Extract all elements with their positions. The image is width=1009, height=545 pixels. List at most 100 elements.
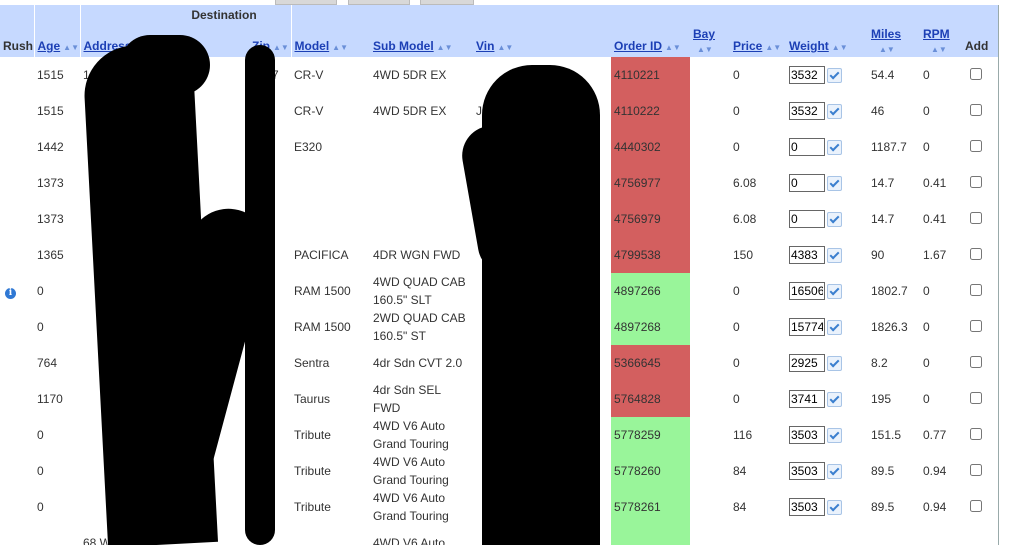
add-checkbox[interactable] [970, 391, 982, 404]
add-checkbox[interactable] [970, 283, 982, 296]
sort-arrows-icon[interactable]: ▲▼ [665, 43, 681, 52]
col-weight[interactable]: Weight ▲▼ [786, 5, 868, 57]
bay-cell [690, 201, 730, 237]
vin-header-link[interactable]: Vin [476, 39, 494, 53]
sort-arrows-icon[interactable]: ▲▼ [879, 45, 895, 54]
miles-header-link[interactable]: Miles [871, 27, 901, 41]
col-price[interactable]: Price ▲▼ [730, 5, 786, 57]
info-icon[interactable]: i [5, 287, 16, 299]
age-cell: 1373 [37, 176, 64, 190]
sort-arrows-icon[interactable]: ▲▼ [497, 43, 513, 52]
order-id-header-link[interactable]: Order ID [614, 39, 662, 53]
sort-arrows-icon[interactable]: ▲▼ [63, 43, 79, 52]
rpm-cell: 0 [923, 284, 930, 298]
checkmark-icon[interactable] [827, 284, 842, 300]
weight-input[interactable] [789, 138, 825, 156]
checkmark-icon[interactable] [827, 356, 842, 372]
price-header-link[interactable]: Price [733, 39, 762, 53]
checkmark-icon[interactable] [827, 176, 842, 192]
model-header-link[interactable]: Model [295, 39, 330, 53]
miles-cell: 46 [871, 104, 885, 118]
sub-model-cell: 4DR WGN FWD [373, 248, 461, 262]
weight-input[interactable] [789, 426, 825, 444]
sub-model-header-link[interactable]: Sub Model [373, 39, 434, 53]
weight-input[interactable] [789, 282, 825, 300]
rpm-header-link[interactable]: RPM [923, 27, 950, 41]
add-checkbox[interactable] [970, 427, 982, 440]
checkmark-icon[interactable] [827, 140, 842, 156]
age-cell: 1515 [37, 104, 64, 118]
miles-cell: 8.2 [871, 356, 888, 370]
add-cell [962, 237, 998, 273]
add-checkbox[interactable] [970, 103, 982, 116]
checkmark-icon[interactable] [827, 500, 842, 516]
bay-cell [690, 237, 730, 273]
sort-arrows-icon[interactable]: ▲▼ [931, 45, 947, 54]
sort-arrows-icon[interactable]: ▲▼ [273, 43, 289, 52]
add-checkbox[interactable] [970, 463, 982, 476]
weight-input[interactable] [789, 246, 825, 264]
add-checkbox[interactable] [970, 175, 982, 188]
add-checkbox[interactable] [970, 355, 982, 368]
weight-header-link[interactable]: Weight [789, 39, 829, 53]
sort-arrows-icon[interactable]: ▲▼ [437, 43, 453, 52]
weight-input[interactable] [789, 210, 825, 228]
order-id-cell: 4110221 [611, 57, 690, 93]
sort-arrows-icon[interactable]: ▲▼ [697, 45, 713, 54]
rush-cell [0, 93, 34, 129]
col-rpm[interactable]: RPM ▲▼ [920, 5, 962, 57]
add-checkbox[interactable] [970, 211, 982, 224]
add-cell [962, 201, 998, 237]
order-id-cell [611, 525, 690, 545]
add-checkbox[interactable] [970, 247, 982, 260]
rpm-cell: 0 [923, 320, 930, 334]
weight-cell [786, 57, 868, 93]
checkmark-icon[interactable] [827, 392, 842, 408]
sort-arrows-icon[interactable]: ▲▼ [332, 43, 348, 52]
bay-header-link[interactable]: Bay [693, 27, 715, 41]
checkmark-icon[interactable] [827, 104, 842, 120]
add-checkbox[interactable] [970, 67, 982, 80]
model-cell: Taurus [294, 392, 331, 406]
col-bay[interactable]: Bay ▲▼ [690, 5, 730, 57]
destination-group-title: Destination [191, 8, 257, 22]
sub-model-cell [370, 201, 473, 237]
weight-input[interactable] [789, 390, 825, 408]
weight-input[interactable] [789, 174, 825, 192]
weight-input[interactable] [789, 462, 825, 480]
weight-input[interactable] [789, 498, 825, 516]
age-header-link[interactable]: Age [38, 39, 61, 53]
rush-cell [0, 345, 34, 381]
checkmark-icon[interactable] [827, 248, 842, 264]
col-order-id[interactable]: Order ID ▲▼ [611, 5, 690, 57]
weight-input[interactable] [789, 354, 825, 372]
miles-cell: 54.4 [871, 68, 895, 82]
age-cell: 0 [37, 500, 44, 514]
weight-input[interactable] [789, 66, 825, 84]
add-checkbox[interactable] [970, 139, 982, 152]
checkmark-icon[interactable] [827, 212, 842, 228]
sort-arrows-icon[interactable]: ▲▼ [832, 43, 848, 52]
order-id-cell: 4110222 [611, 93, 690, 129]
col-age[interactable]: Age ▲▼ [33, 5, 80, 57]
col-sub-model[interactable]: Sub Model ▲▼ [370, 5, 473, 57]
sub-model-cell: 4WD V6 Auto Grand Touring [373, 455, 449, 487]
checkmark-icon[interactable] [827, 68, 842, 84]
model-cell: Sentra [294, 356, 330, 370]
col-miles[interactable]: Miles ▲▼ [868, 5, 920, 57]
model-cell: Tribute [294, 500, 331, 514]
model-cell: RAM 1500 [294, 284, 351, 298]
price-cell: 6.08 [733, 176, 757, 190]
checkmark-icon[interactable] [827, 464, 842, 480]
checkmark-icon[interactable] [827, 320, 842, 336]
price-cell: 0 [733, 104, 740, 118]
weight-input[interactable] [789, 102, 825, 120]
weight-cell [786, 129, 868, 165]
checkmark-icon[interactable] [827, 428, 842, 444]
add-checkbox[interactable] [970, 319, 982, 332]
weight-input[interactable] [789, 318, 825, 336]
col-vin[interactable]: Vin ▲▼ [473, 5, 611, 57]
sort-arrows-icon[interactable]: ▲▼ [765, 43, 781, 52]
redaction-mark [120, 35, 210, 95]
add-checkbox[interactable] [970, 499, 982, 512]
